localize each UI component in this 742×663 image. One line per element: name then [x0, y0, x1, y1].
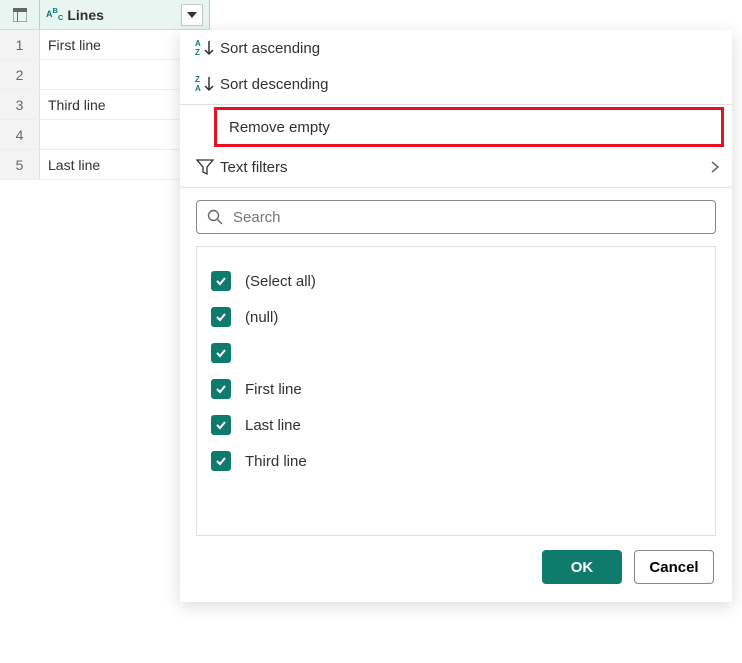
remove-empty-item[interactable]: Remove empty — [217, 110, 721, 144]
search-input[interactable] — [231, 208, 705, 227]
highlight-annotation: Remove empty — [214, 107, 724, 147]
row-number[interactable]: 5 — [0, 150, 40, 179]
filter-label: Last line — [245, 417, 301, 434]
svg-text:A: A — [195, 39, 201, 48]
svg-text:Z: Z — [195, 48, 200, 57]
filter-item[interactable]: First line — [211, 371, 701, 407]
row-number[interactable]: 4 — [0, 120, 40, 149]
column-filter-dropdown: AZ Sort ascending ZA Sort descending Rem… — [180, 30, 732, 602]
sort-descending-icon: ZA — [190, 75, 220, 93]
svg-text:A: A — [195, 84, 201, 93]
table-corner-icon[interactable] — [0, 0, 40, 29]
column-header-lines[interactable]: ABC Lines — [40, 0, 210, 29]
dialog-button-row: OK Cancel — [180, 536, 732, 586]
row-number[interactable]: 1 — [0, 30, 40, 59]
checkbox-checked-icon — [211, 451, 231, 471]
menu-label: Text filters — [220, 159, 288, 176]
row-number[interactable]: 3 — [0, 90, 40, 119]
checkbox-checked-icon — [211, 379, 231, 399]
filter-item-empty[interactable] — [211, 335, 701, 371]
menu-label: Remove empty — [229, 119, 330, 136]
datatype-text-icon: ABC — [46, 7, 63, 21]
filter-select-all[interactable]: (Select all) — [211, 263, 701, 299]
filter-label: (Select all) — [245, 273, 316, 290]
sort-ascending-item[interactable]: AZ Sort ascending — [180, 30, 732, 66]
column-name: Lines — [67, 7, 104, 23]
checkbox-checked-icon — [211, 415, 231, 435]
sort-ascending-icon: AZ — [190, 39, 220, 57]
text-filters-item[interactable]: Text filters — [180, 149, 732, 185]
menu-separator — [180, 104, 732, 105]
filter-item[interactable]: Third line — [211, 443, 701, 479]
filter-icon — [190, 158, 220, 176]
filter-search-box[interactable] — [196, 200, 716, 234]
filter-label: Third line — [245, 453, 307, 470]
sort-descending-item[interactable]: ZA Sort descending — [180, 66, 732, 102]
chevron-right-icon — [710, 160, 720, 174]
menu-separator — [180, 187, 732, 188]
row-number[interactable]: 2 — [0, 60, 40, 89]
filter-label: First line — [245, 381, 302, 398]
cancel-button[interactable]: Cancel — [634, 550, 714, 584]
filter-label: (null) — [245, 309, 278, 326]
checkbox-checked-icon — [211, 271, 231, 291]
menu-label: Sort descending — [220, 76, 328, 93]
data-table: ABC Lines 1First line 2 3Third line 4 5L… — [0, 0, 210, 180]
ok-button[interactable]: OK — [542, 550, 622, 584]
search-icon — [207, 209, 223, 225]
filter-values-list: (Select all) (null) First line Last line… — [196, 246, 716, 536]
filter-item[interactable]: Last line — [211, 407, 701, 443]
filter-item-null[interactable]: (null) — [211, 299, 701, 335]
checkbox-checked-icon — [211, 307, 231, 327]
checkbox-checked-icon — [211, 343, 231, 363]
svg-text:Z: Z — [195, 75, 200, 84]
table-header-row: ABC Lines — [0, 0, 210, 30]
menu-label: Sort ascending — [220, 40, 320, 57]
column-filter-dropdown-button[interactable] — [181, 4, 203, 26]
